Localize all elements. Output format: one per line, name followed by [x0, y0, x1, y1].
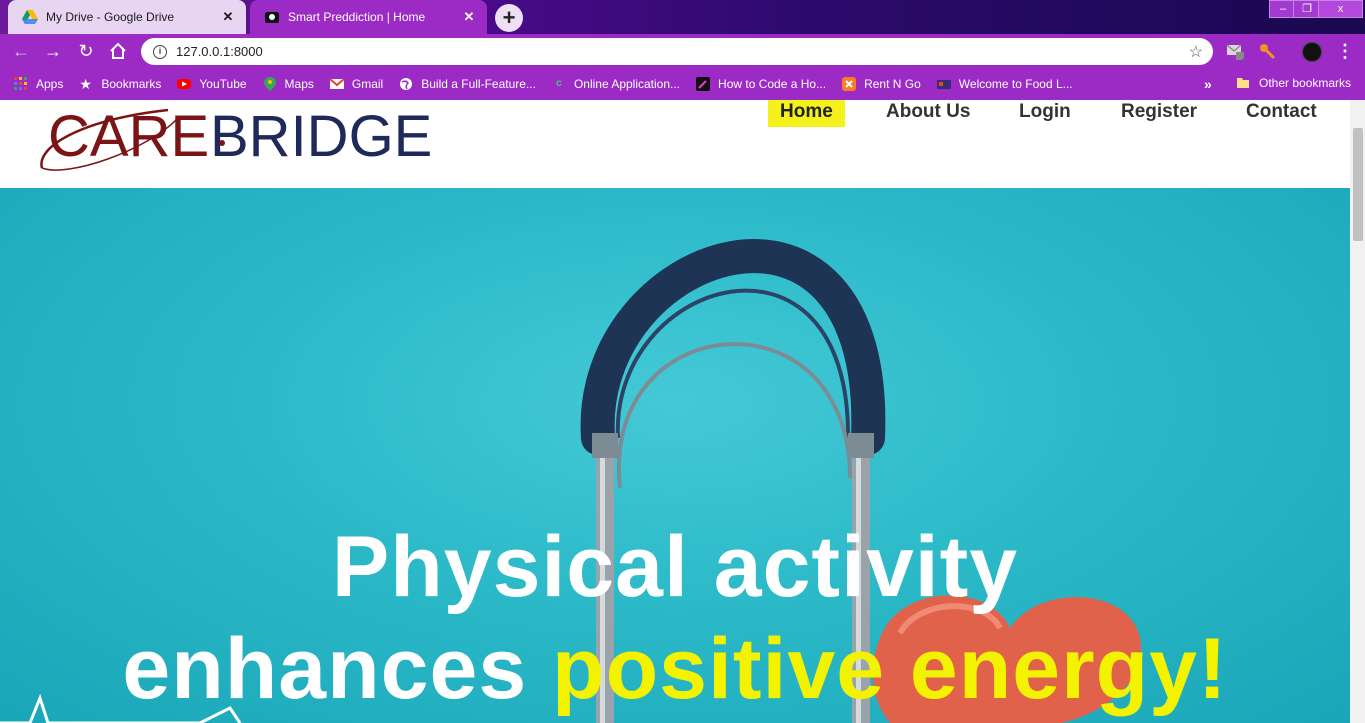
scrollbar-thumb[interactable]	[1353, 128, 1363, 241]
browser-tab-strip: My Drive - Google Drive ✕ Smart Preddict…	[0, 0, 1365, 34]
youtube-icon	[177, 79, 192, 89]
bookmark-build-full-feature[interactable]: Build a Full-Feature...	[399, 77, 536, 91]
mail-checker-icon[interactable]	[1226, 42, 1244, 60]
bookmark-label: Online Application...	[573, 77, 681, 91]
profile-avatar[interactable]	[1302, 42, 1322, 62]
nav-home[interactable]: Home	[768, 100, 845, 127]
window-close-button[interactable]: x	[1318, 0, 1363, 18]
bookmark-star-icon[interactable]: ☆	[1189, 42, 1203, 62]
tab-title: Smart Preddiction | Home	[288, 10, 426, 24]
star-icon: ★	[79, 76, 92, 92]
bookmark-label: Rent N Go	[864, 77, 921, 91]
close-tab-icon[interactable]: ✕	[461, 9, 477, 25]
apps-grid-icon	[14, 77, 27, 90]
bookmark-how-to-code[interactable]: How to Code a Ho...	[696, 77, 826, 91]
page-scrollbar[interactable]	[1350, 100, 1365, 723]
tab-title: My Drive - Google Drive	[46, 10, 175, 24]
carebridge-logo[interactable]: CARE BRIDGE	[38, 100, 438, 176]
food-icon	[936, 80, 951, 89]
more-bookmarks-chevron-icon[interactable]: »	[1204, 76, 1212, 92]
site-header: CARE BRIDGE Home About Us Login Register…	[0, 100, 1350, 188]
bookmark-maps[interactable]: Maps	[263, 77, 314, 91]
xampp-icon	[842, 77, 857, 91]
other-bookmarks-label: Other bookmarks	[1259, 76, 1352, 90]
browser-toolbar: ← → ↻ i 127.0.0.1:8000 ☆ ⋮	[0, 34, 1365, 68]
site-info-icon[interactable]: i	[153, 44, 167, 59]
nav-about-us[interactable]: About Us	[874, 100, 982, 127]
other-bookmarks[interactable]: Other bookmarks	[1236, 76, 1351, 90]
bookmark-bookmarks[interactable]: ★ Bookmarks	[79, 77, 161, 91]
bookmark-label: Gmail	[351, 77, 384, 91]
logo-bridge-text: BRIDGE	[210, 104, 432, 169]
hero-headline-line2: enhances positive energy!	[0, 620, 1350, 719]
key-extension-icon[interactable]	[1258, 42, 1276, 60]
reload-icon[interactable]: ↻	[75, 40, 97, 62]
bookmark-welcome-food[interactable]: Welcome to Food L...	[936, 77, 1073, 91]
gmail-icon	[329, 78, 344, 89]
tab-smart-prediction[interactable]: Smart Preddiction | Home ✕	[250, 0, 487, 34]
globe-icon	[400, 78, 413, 90]
nav-register[interactable]: Register	[1109, 100, 1209, 127]
folder-icon	[1237, 78, 1249, 88]
home-icon[interactable]	[107, 40, 129, 62]
restore-button[interactable]: ❐	[1293, 0, 1321, 18]
nav-contact[interactable]: Contact	[1234, 100, 1329, 127]
hero-headline-white: enhances	[122, 621, 553, 717]
bookmarks-bar: Apps ★ Bookmarks YouTube Maps Gmail Buil…	[0, 68, 1365, 100]
pen-icon	[696, 77, 711, 91]
close-tab-icon[interactable]: ✕	[220, 9, 236, 25]
bookmark-label: Bookmarks	[101, 77, 162, 91]
bookmark-rent-n-go[interactable]: Rent N Go	[842, 77, 921, 91]
bookmark-label: How to Code a Ho...	[718, 77, 827, 91]
google-drive-icon	[22, 10, 38, 24]
bookmark-apps[interactable]: Apps	[14, 77, 63, 91]
tab-google-drive[interactable]: My Drive - Google Drive ✕	[8, 0, 246, 34]
address-bar[interactable]: i 127.0.0.1:8000 ☆	[141, 38, 1213, 65]
bookmark-youtube[interactable]: YouTube	[177, 77, 247, 91]
bookmark-online-application[interactable]: c Online Application...	[552, 77, 680, 91]
bookmark-label: Build a Full-Feature...	[421, 77, 536, 91]
site-favicon-icon	[265, 12, 279, 23]
hero-headline-line1: Physical activity	[331, 519, 1019, 615]
nav-login[interactable]: Login	[1007, 100, 1083, 127]
c-icon: c	[556, 78, 562, 89]
forward-arrow-icon[interactable]: →	[42, 40, 64, 62]
logo-care-text: CARE	[48, 104, 209, 169]
web-page: CARE BRIDGE Home About Us Login Register…	[0, 100, 1350, 723]
new-tab-button[interactable]: +	[495, 4, 523, 32]
maps-icon	[263, 77, 276, 91]
bookmark-label: YouTube	[199, 77, 247, 91]
address-url[interactable]: 127.0.0.1:8000	[176, 44, 1189, 59]
hero-headline-yellow: positive energy!	[552, 621, 1228, 717]
hero-banner: Physical activity enhances positive ener…	[0, 188, 1350, 723]
bookmark-gmail[interactable]: Gmail	[329, 77, 384, 91]
bookmark-label: Apps	[36, 77, 64, 91]
chrome-menu-icon[interactable]: ⋮	[1334, 40, 1356, 62]
bookmark-label: Maps	[284, 77, 314, 91]
back-arrow-icon[interactable]: ←	[10, 40, 32, 62]
bookmark-label: Welcome to Food L...	[958, 77, 1073, 91]
